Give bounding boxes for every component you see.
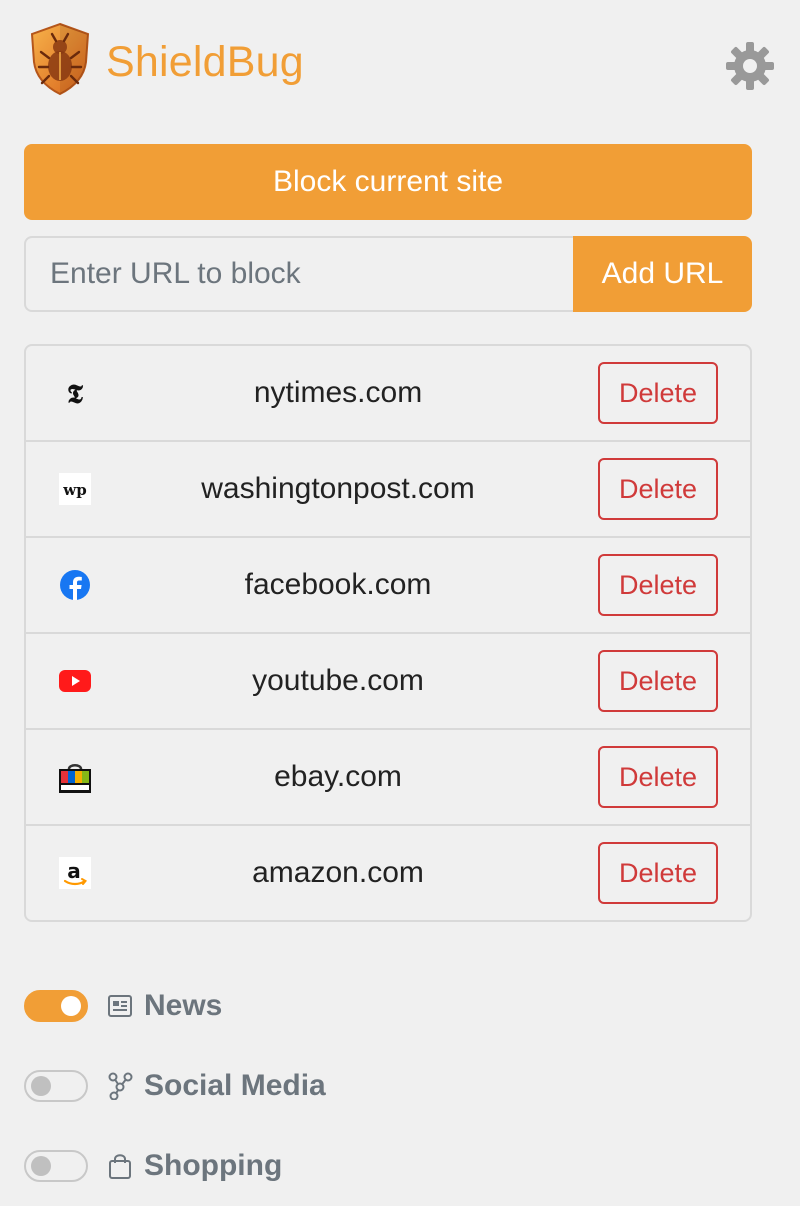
delete-button[interactable]: Delete bbox=[598, 554, 718, 616]
svg-text:wp: wp bbox=[62, 481, 86, 499]
header: ShieldBug bbox=[24, 22, 776, 98]
shopping-bag-icon bbox=[106, 1152, 134, 1180]
share-nodes-icon bbox=[106, 1072, 134, 1100]
delete-button[interactable]: Delete bbox=[598, 458, 718, 520]
list-item: facebook.com Delete bbox=[26, 538, 750, 634]
svg-text:𝕿: 𝕿 bbox=[67, 380, 84, 408]
list-item: youtube.com Delete bbox=[26, 634, 750, 730]
category-row-social-media: Social Media bbox=[24, 1046, 752, 1126]
site-domain: amazon.com bbox=[252, 856, 424, 889]
facebook-favicon bbox=[58, 568, 92, 602]
nytimes-favicon: 𝕿 bbox=[58, 376, 92, 410]
site-domain: nytimes.com bbox=[253, 376, 423, 409]
social-media-toggle[interactable] bbox=[24, 1070, 88, 1102]
delete-button[interactable]: Delete bbox=[598, 650, 718, 712]
amazon-favicon: a bbox=[58, 856, 92, 890]
category-label: News bbox=[144, 989, 223, 1022]
site-domain: ebay.com bbox=[274, 760, 402, 793]
category-label: Shopping bbox=[144, 1149, 283, 1182]
youtube-favicon bbox=[58, 664, 92, 698]
url-input[interactable] bbox=[24, 236, 573, 312]
category-row-news: News bbox=[24, 966, 752, 1046]
delete-button[interactable]: Delete bbox=[598, 746, 718, 808]
shopping-toggle[interactable] bbox=[24, 1150, 88, 1182]
news-toggle[interactable] bbox=[24, 990, 88, 1022]
list-item: wp washingtonpost.com Delete bbox=[26, 442, 750, 538]
newspaper-icon bbox=[106, 992, 134, 1020]
delete-button[interactable]: Delete bbox=[598, 842, 718, 904]
list-item: ebay.com Delete bbox=[26, 730, 750, 826]
category-toggles: News Social Media Shopping bbox=[24, 966, 752, 1206]
add-url-button[interactable]: Add URL bbox=[573, 236, 752, 312]
brand-name: ShieldBug bbox=[106, 38, 304, 86]
delete-button[interactable]: Delete bbox=[598, 362, 718, 424]
category-label: Social Media bbox=[144, 1069, 326, 1102]
blocked-sites-list: 𝕿 nytimes.com Delete wp washingtonpost.c… bbox=[24, 344, 752, 922]
svg-text:a: a bbox=[67, 859, 81, 883]
shield-bug-logo-icon bbox=[28, 22, 92, 96]
ebay-favicon bbox=[58, 760, 92, 794]
block-current-site-button[interactable]: Block current site bbox=[24, 144, 752, 220]
site-domain: facebook.com bbox=[244, 568, 432, 601]
category-row-shopping: Shopping bbox=[24, 1126, 752, 1206]
add-url-group: Add URL bbox=[24, 236, 752, 312]
washingtonpost-favicon: wp bbox=[58, 472, 92, 506]
gear-icon[interactable] bbox=[724, 40, 776, 92]
site-domain: washingtonpost.com bbox=[201, 472, 475, 505]
list-item: 𝕿 nytimes.com Delete bbox=[26, 346, 750, 442]
list-item: a amazon.com Delete bbox=[26, 826, 750, 920]
site-domain: youtube.com bbox=[252, 664, 424, 697]
